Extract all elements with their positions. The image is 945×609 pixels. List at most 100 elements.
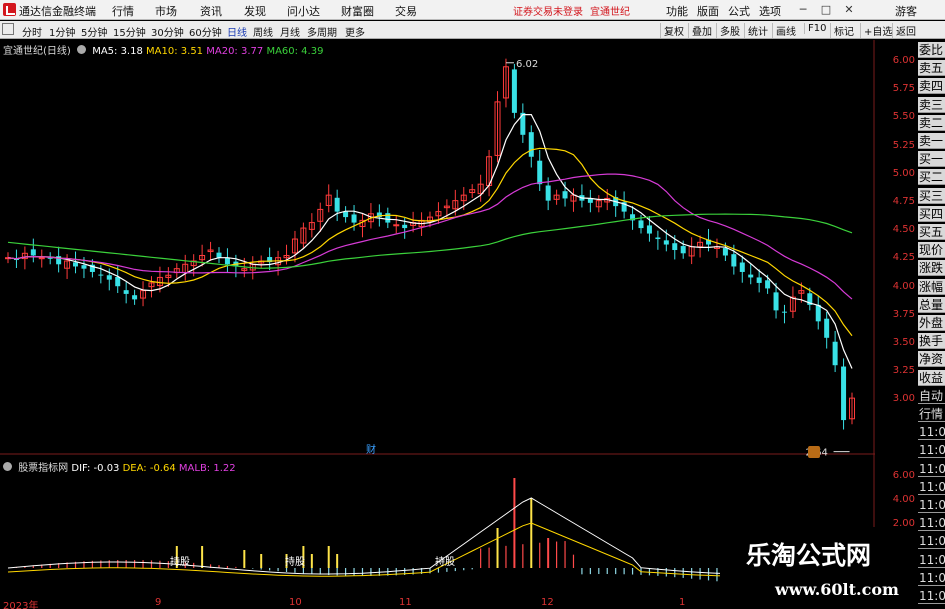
side-tab[interactable]: 11:0 [918,515,945,532]
side-tab[interactable]: 买四 [918,205,945,222]
minimize-icon[interactable]: ─ [795,2,811,17]
panel-toggle-icon[interactable] [2,23,14,35]
period-tab[interactable]: 周线 [253,24,273,39]
side-tab[interactable]: 11:0 [918,497,945,513]
side-tab[interactable]: 11:0 [918,424,945,441]
tool-button[interactable]: 画线 [772,23,799,38]
tool-button[interactable]: 复权 [660,23,687,38]
side-tab[interactable]: 卖三 [918,96,945,113]
side-tab[interactable]: 总量 [918,296,945,313]
side-tab[interactable]: 卖五 [918,60,945,77]
side-tab[interactable]: 行情 [918,406,945,422]
side-tab[interactable]: 买五 [918,224,945,240]
side-tab[interactable]: 11:0 [918,533,945,550]
side-tab[interactable]: 自动 [918,387,945,404]
period-tab[interactable]: 1分钟 [49,24,75,39]
side-tab[interactable]: 委比 [918,42,945,58]
candle-body [334,197,340,212]
period-tab[interactable]: 月线 [280,24,300,39]
close-icon[interactable]: ✕ [841,2,857,17]
tool-button[interactable]: +自选 [860,23,895,38]
candle-body [402,224,408,229]
tool-button[interactable]: 统计 [744,23,771,38]
side-tab[interactable]: 11:0 [918,478,945,495]
side-tab[interactable]: 现价 [918,242,945,259]
event-badge-icon[interactable] [808,446,820,458]
tool-button[interactable]: 叠加 [688,23,715,38]
indicator-y-tick: 4.00 [892,494,915,505]
ma10-label: MA10: 3.51 [146,46,204,57]
toolbar-function[interactable]: 功能 [666,3,688,19]
kline-chart[interactable]: 6.022.64持股持股持股 [0,40,875,609]
side-tab[interactable]: 11:0 [918,442,945,459]
candle-body [528,132,534,157]
menu-item[interactable]: 行情 [112,3,134,19]
ma10-line [7,147,853,337]
menu-item[interactable]: 发现 [244,3,266,19]
x-tick-label: 9 [155,597,162,608]
event-marker[interactable]: 财 [366,441,376,456]
price-legend: 宜通世纪(日线) MA5: 3.18 MA10: 3.51 MA20: 3.77… [3,42,323,57]
candle-body [132,295,138,300]
watermark-brand: 乐淘公式网 [746,541,872,570]
tool-button[interactable]: 返回 [892,23,919,38]
candle-body [81,265,87,269]
side-tab[interactable]: 净资 [918,351,945,368]
side-tab[interactable]: 买一 [918,151,945,168]
tool-button[interactable]: F10 [804,23,829,34]
candle-body [562,191,568,199]
period-tab[interactable]: 分时 [22,24,42,39]
period-more[interactable]: 更多 [345,24,365,39]
side-tab[interactable]: 外盘 [918,315,945,331]
period-tab[interactable]: 5分钟 [81,24,107,39]
menu-item[interactable]: 交易 [395,3,417,19]
period-tab[interactable]: 60分钟 [189,24,222,39]
ma60-label: MA60: 4.39 [266,46,324,57]
ma5-line [7,114,853,369]
side-tab[interactable]: 买二 [918,169,945,186]
period-tab[interactable]: 30分钟 [151,24,184,39]
candle-body [511,69,517,113]
dif-label: DIF: -0.03 [71,463,120,474]
side-tab[interactable]: 涨跌 [918,260,945,277]
toolbar-layout[interactable]: 版面 [697,3,719,19]
chart-area[interactable]: 6.022.64持股持股持股 [0,40,945,609]
maximize-icon[interactable]: □ [818,2,834,17]
login-notice[interactable]: 证券交易未登录 [513,3,583,18]
tool-button[interactable]: 多股 [716,23,743,38]
side-tab[interactable]: 11:0 [918,569,945,586]
toolbar-formula[interactable]: 公式 [728,3,750,19]
period-tab[interactable]: 15分钟 [113,24,146,39]
side-tab[interactable]: 涨幅 [918,278,945,295]
side-tab[interactable]: 11:0 [918,551,945,568]
watermark-url: www.60lt.com [775,580,899,599]
menu-item[interactable]: 财富圈 [341,3,374,19]
settings-icon[interactable] [77,45,86,54]
toolbar-options[interactable]: 选项 [759,3,781,19]
period-tab[interactable]: 多周期 [307,24,337,39]
candle-body [638,220,644,229]
side-tab[interactable]: 11:0 [918,460,945,477]
period-tab-active[interactable]: 日线 [227,24,247,39]
menu-item[interactable]: 问小达 [287,3,320,19]
side-tab[interactable]: 买三 [918,187,945,204]
side-tab[interactable]: 卖四 [918,78,945,95]
side-tab[interactable]: 收益 [918,369,945,386]
ma5-label: MA5: 3.18 [92,46,143,57]
side-tab[interactable]: 11:0 [918,588,945,604]
guest-button[interactable]: 游客 [895,3,917,19]
tool-button[interactable]: 标记 [830,23,857,38]
candle-body [385,213,391,223]
zone-label: 持股 [170,555,190,568]
malb-label: MALB: 1.22 [178,463,236,474]
settings-icon[interactable] [3,462,12,471]
candle-body [756,277,762,283]
dea-label: DEA: -0.64 [122,463,176,474]
stock-name-notice[interactable]: 宜通世纪 [590,3,630,18]
side-tab[interactable]: 卖一 [918,133,945,149]
candle-body [123,290,129,294]
menu-item[interactable]: 市场 [155,3,177,19]
menu-item[interactable]: 资讯 [200,3,222,19]
side-tab[interactable]: 换手 [918,333,945,350]
side-tab[interactable]: 卖二 [918,114,945,131]
